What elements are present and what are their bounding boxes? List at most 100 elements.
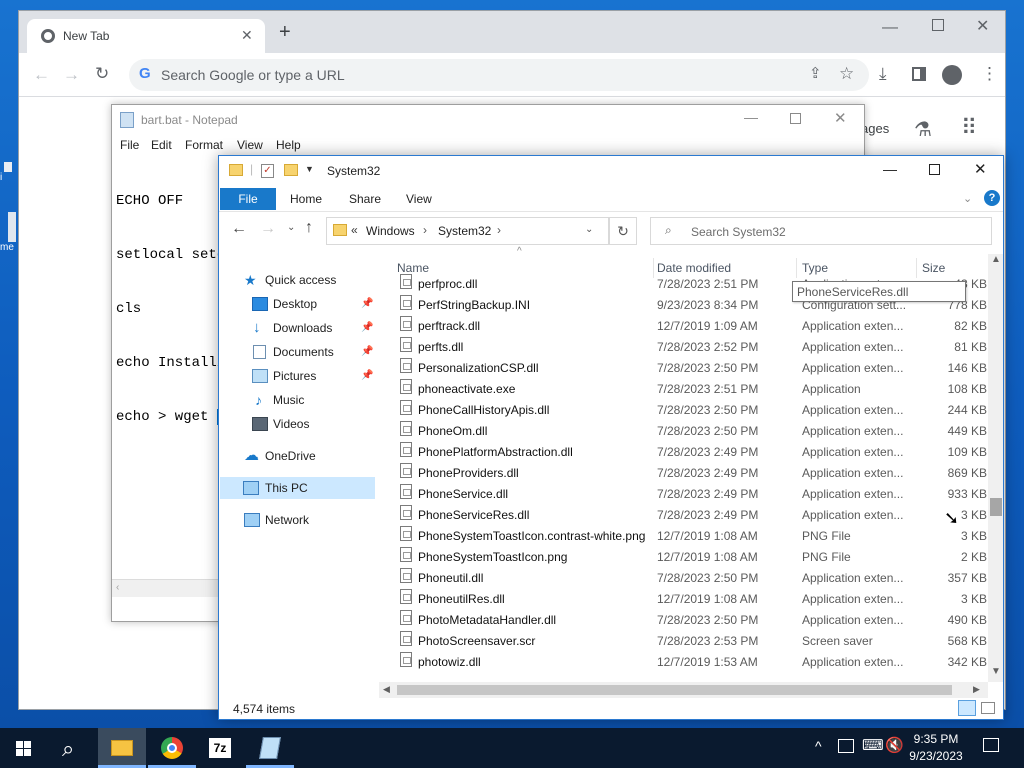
chrome-tab[interactable]: New Tab ✕: [27, 19, 265, 53]
file-row[interactable]: PhoneSystemToastIcon.png 12/7/2019 1:08 A…: [395, 547, 987, 568]
file-row[interactable]: PhotoMetadataHandler.dll 7/28/2023 2:50 P…: [395, 610, 987, 631]
file-row[interactable]: PersonalizationCSP.dll 7/28/2023 2:50 PM A…: [395, 358, 987, 379]
horizontal-scrollbar[interactable]: ◀ ▶: [379, 682, 988, 698]
refresh-button[interactable]: ↻: [609, 217, 637, 245]
nav-onedrive[interactable]: ☁ OneDrive: [219, 445, 379, 467]
help-icon[interactable]: ?: [984, 190, 1000, 206]
file-row[interactable]: PhoneProviders.dll 7/28/2023 2:49 PM Appli…: [395, 463, 987, 484]
desktop-icon[interactable]: i: [0, 160, 18, 183]
menu-file[interactable]: File: [120, 138, 139, 152]
menu-format[interactable]: Format: [185, 138, 223, 152]
address-dropdown-icon[interactable]: ⌄: [585, 224, 593, 235]
apps-grid-icon[interactable]: ⠿: [961, 115, 977, 141]
bookmark-star-icon[interactable]: ☆: [839, 65, 854, 82]
nav-downloads[interactable]: ↓ Downloads 📌: [219, 317, 379, 339]
close-window-icon[interactable]: ✕: [976, 16, 989, 36]
search-button[interactable]: ⌕: [48, 728, 96, 768]
labs-flask-icon[interactable]: ⚗: [914, 117, 932, 142]
file-row[interactable]: photowiz.dll 12/7/2019 1:53 AM Application…: [395, 652, 987, 673]
details-view-icon[interactable]: [958, 700, 976, 716]
vertical-scrollbar[interactable]: ▲ ▼: [988, 254, 1003, 682]
minimize-icon[interactable]: —: [882, 19, 898, 37]
taskbar-app-explorer[interactable]: [98, 728, 146, 768]
scroll-left-arrow[interactable]: ‹: [116, 582, 119, 593]
desktop-icon[interactable]: me: [0, 212, 18, 253]
nav-music[interactable]: ♪ Music: [219, 389, 379, 411]
menu-edit[interactable]: Edit: [151, 138, 172, 152]
ribbon-expand-icon[interactable]: ⌄: [963, 192, 972, 205]
breadcrumb-overflow[interactable]: «: [351, 223, 358, 237]
maximize-icon[interactable]: [790, 113, 801, 124]
nav-this-pc[interactable]: This PC: [220, 477, 375, 499]
file-row[interactable]: phoneactivate.exe 7/28/2023 2:51 PM Applic…: [395, 379, 987, 400]
file-row[interactable]: PhoneOm.dll 7/28/2023 2:50 PM Application …: [395, 421, 987, 442]
share-icon[interactable]: ⇪: [809, 66, 822, 81]
recent-locations-icon[interactable]: ⌄: [287, 222, 295, 233]
scroll-thumb[interactable]: [990, 498, 1002, 516]
forward-icon[interactable]: →: [63, 66, 80, 83]
back-icon[interactable]: ←: [231, 220, 247, 238]
file-row[interactable]: PhoneSystemToastIcon.contrast-white.png 1…: [395, 526, 987, 547]
taskbar-app-chrome[interactable]: [148, 728, 196, 768]
scroll-left-arrow[interactable]: ◀: [383, 684, 390, 695]
show-hidden-icons[interactable]: ^: [815, 738, 822, 754]
language-icon[interactable]: ⌨: [862, 736, 884, 754]
forward-icon[interactable]: →: [260, 220, 276, 238]
notepad-hscrollbar[interactable]: ‹: [112, 579, 218, 597]
file-row[interactable]: PhotoScreensaver.scr 7/28/2023 2:53 PM Scr…: [395, 631, 987, 652]
start-button[interactable]: [0, 728, 48, 768]
omnibox[interactable]: G Search Google or type a URL ⇪ ☆: [129, 59, 869, 91]
back-icon[interactable]: ←: [33, 66, 50, 83]
nav-pictures[interactable]: Pictures 📌: [219, 365, 379, 387]
taskbar-app-notepad[interactable]: [246, 728, 294, 768]
minimize-icon[interactable]: —: [744, 109, 758, 125]
file-row[interactable]: PhoneCallHistoryApis.dll 7/28/2023 2:50 P…: [395, 400, 987, 421]
network-status-icon[interactable]: [838, 739, 854, 753]
ribbon-home-tab[interactable]: Home: [290, 188, 322, 210]
scroll-right-arrow[interactable]: ▶: [973, 684, 980, 695]
large-icons-view-icon[interactable]: [981, 702, 995, 714]
side-panel-icon[interactable]: [912, 67, 926, 81]
ribbon-file-tab[interactable]: File: [220, 188, 276, 210]
menu-kebab-icon[interactable]: ⋮: [981, 65, 998, 82]
new-tab-button[interactable]: +: [279, 22, 291, 42]
maximize-icon[interactable]: [929, 164, 940, 175]
profile-avatar[interactable]: [942, 65, 962, 85]
search-box[interactable]: ⌕ Search System32: [650, 217, 992, 245]
hscroll-thumb[interactable]: [397, 685, 952, 695]
nav-desktop[interactable]: Desktop 📌: [219, 293, 379, 315]
file-row[interactable]: PhoneutilRes.dll 12/7/2019 1:08 AM Applica…: [395, 589, 987, 610]
file-row[interactable]: PhoneService.dll 7/28/2023 2:49 PM Applica…: [395, 484, 987, 505]
new-folder-icon[interactable]: [284, 164, 298, 176]
nav-network[interactable]: Network: [219, 509, 379, 531]
reload-icon[interactable]: ↻: [95, 65, 109, 82]
notification-center-icon[interactable]: [983, 738, 999, 752]
scroll-down-arrow[interactable]: ▼: [991, 666, 1001, 677]
file-row[interactable]: PhoneServiceRes.dll 7/28/2023 2:49 PM Appl…: [395, 505, 987, 526]
clock-date[interactable]: 9/23/2023: [906, 749, 966, 763]
close-tab-icon[interactable]: ✕: [241, 27, 253, 44]
ribbon-share-tab[interactable]: Share: [349, 188, 381, 210]
notepad-text-area[interactable]: ECHO OFF setlocal setd cls echo Installi…: [116, 156, 226, 462]
maximize-icon[interactable]: [932, 19, 944, 31]
file-row[interactable]: perftrack.dll 12/7/2019 1:09 AM Applicatio…: [395, 316, 987, 337]
file-row[interactable]: perfts.dll 7/28/2023 2:52 PM Application e…: [395, 337, 987, 358]
nav-quick-access[interactable]: ★ Quick access: [219, 269, 379, 291]
images-link[interactable]: ages: [861, 121, 889, 136]
properties-icon[interactable]: ✓: [261, 164, 274, 178]
volume-icon[interactable]: 🔇: [885, 736, 904, 754]
nav-documents[interactable]: Documents 📌: [219, 341, 379, 363]
menu-view[interactable]: View: [237, 138, 263, 152]
address-bar[interactable]: « Windows › System32 › ⌄: [326, 217, 609, 245]
breadcrumb-system32[interactable]: System32: [438, 224, 491, 238]
clock-time[interactable]: 9:35 PM: [906, 732, 966, 746]
up-icon[interactable]: ↑: [305, 219, 313, 237]
qat-dropdown-icon[interactable]: ▼: [305, 164, 314, 174]
download-icon[interactable]: ⤓: [879, 65, 887, 82]
file-row[interactable]: PhonePlatformAbstraction.dll 7/28/2023 2:…: [395, 442, 987, 463]
nav-videos[interactable]: Videos: [219, 413, 379, 435]
breadcrumb-windows[interactable]: Windows: [366, 224, 415, 238]
taskbar-app-7zip[interactable]: 7z: [196, 728, 244, 768]
ribbon-view-tab[interactable]: View: [406, 188, 432, 210]
scroll-up-arrow[interactable]: ▲: [991, 254, 1001, 265]
